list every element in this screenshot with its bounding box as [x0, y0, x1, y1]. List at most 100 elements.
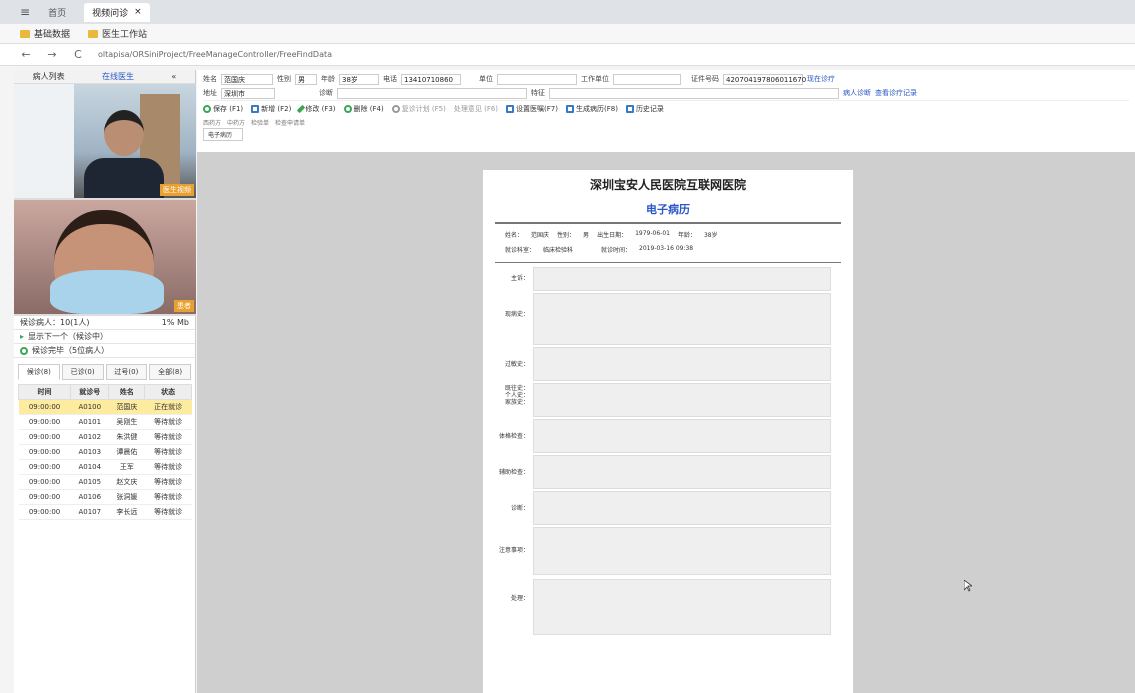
table-row[interactable]: 09:00:00 A0104 王军 等待就诊: [18, 459, 192, 475]
work-field[interactable]: [613, 73, 681, 85]
diagnose-link[interactable]: 病人诊断: [843, 88, 871, 98]
tab-emr[interactable]: 电子病历: [203, 128, 243, 141]
cell-name: 王军: [108, 459, 145, 475]
tab-skipped[interactable]: 过号(0): [105, 364, 148, 380]
bookmark-basic-data[interactable]: 基础数据: [20, 27, 70, 40]
feature-field[interactable]: [549, 87, 839, 99]
record-sections: 主诉： 现病史： 过敏史： 既往史： 个人史： 家族史： 体格检查： 辅助检查：…: [483, 267, 853, 637]
cell-name: 吴刚生: [108, 414, 145, 430]
collapse-icon[interactable]: «: [171, 72, 176, 81]
generate-record-button[interactable]: 生成病历(F8): [565, 104, 618, 114]
save-button[interactable]: 保存 (F1): [203, 104, 243, 114]
allergy-field[interactable]: [533, 347, 831, 381]
add-button[interactable]: 新增 (F2): [251, 104, 291, 114]
back-icon[interactable]: ←: [20, 48, 32, 61]
tab-all[interactable]: 全部(8): [149, 364, 191, 380]
present-illness-field[interactable]: [533, 293, 831, 345]
table-row[interactable]: 09:00:00 A0100 范国庆 正在就诊: [18, 399, 192, 415]
sex-field[interactable]: 男: [295, 73, 317, 85]
name-field[interactable]: 范国庆: [221, 73, 273, 85]
precautions-field[interactable]: [533, 527, 831, 575]
online-doctor-tab[interactable]: 在线医生: [102, 71, 134, 82]
section-present-illness: 现病史：: [491, 293, 831, 347]
past-history-field[interactable]: [533, 383, 831, 417]
tab-exam[interactable]: 检查申请单: [275, 118, 305, 127]
tab-done[interactable]: 已诊(0): [61, 364, 104, 380]
tab-western-rx[interactable]: 西药方: [203, 118, 221, 127]
menu-icon[interactable]: ≡: [20, 5, 30, 19]
finish-consult-button[interactable]: 候诊完毕（5位病人）: [14, 344, 195, 358]
info-label: 性别：: [557, 232, 576, 239]
mouse-cursor-icon: [964, 580, 972, 592]
id-field[interactable]: 420704197806011670: [723, 73, 806, 85]
age-field[interactable]: 38岁: [339, 73, 379, 85]
next-patient-button[interactable]: ▸ 显示下一个（候诊中）: [14, 330, 195, 344]
tab-waiting[interactable]: 候诊(8): [18, 364, 60, 380]
tab-lab[interactable]: 检验单: [251, 118, 269, 127]
waiting-count-label: 候诊病人：10(1人): [20, 318, 90, 327]
form-row: 姓名 范国庆 性别 男 年龄 38岁 电话 13410710860 单位 工作单…: [203, 72, 1129, 86]
id-label: 证件号码: [691, 75, 719, 83]
table-row[interactable]: 09:00:00 A0105 赵文庆 等待就诊: [18, 474, 192, 490]
company-field[interactable]: [497, 73, 577, 85]
diagnosis-record-field[interactable]: [533, 491, 831, 525]
phone-field[interactable]: 13410710860: [401, 73, 461, 85]
section-diagnosis: 诊断：: [491, 491, 831, 527]
action-toolbar: 保存 (F1) 新增 (F2) 修改 (F3) 删除 (F4) 复诊计划 (F5…: [203, 100, 1129, 116]
patient-list-tab[interactable]: 病人列表: [33, 71, 65, 82]
treatment-field[interactable]: [533, 579, 831, 635]
history-link[interactable]: 查看诊疗记录: [875, 88, 917, 98]
table-row[interactable]: 09:00:00 A0106 张洞媛 等待就诊: [18, 489, 192, 505]
forward-icon[interactable]: →: [46, 48, 58, 61]
cell-name: 赵文庆: [108, 474, 145, 490]
col-number: 就诊号: [70, 384, 110, 400]
patient-video: 患者: [14, 200, 196, 316]
tab-chinese-rx[interactable]: 中药方: [227, 118, 245, 127]
folder-icon: [20, 29, 30, 38]
queue-tabs: 候诊(8) 已诊(0) 过号(0) 全部(8): [14, 364, 195, 380]
tab-video-consult[interactable]: 视频问诊 ×: [84, 2, 150, 22]
delete-button[interactable]: 删除 (F4): [343, 104, 384, 114]
opinion-button[interactable]: 处理意见 (F6): [454, 104, 498, 114]
address-field[interactable]: 深圳市: [221, 87, 275, 99]
mask-shape: [50, 270, 164, 314]
reload-icon[interactable]: C: [72, 48, 84, 61]
history-icon: [625, 104, 634, 113]
auxiliary-exam-field[interactable]: [533, 455, 831, 489]
physical-exam-field[interactable]: [533, 419, 831, 453]
calendar-icon: [391, 104, 400, 113]
cell-time: 09:00:00: [18, 489, 71, 505]
table-row[interactable]: 09:00:00 A0103 谭晨佑 等待就诊: [18, 444, 192, 460]
left-header: 病人列表 在线医生 «: [14, 70, 195, 84]
tab-home[interactable]: 首页: [40, 3, 74, 22]
sex-label: 性别: [277, 75, 291, 83]
consult-link[interactable]: 现在诊疗: [807, 74, 835, 84]
order-button[interactable]: 设置医嘱(F7): [506, 104, 558, 114]
table-header: 时间 就诊号 姓名 状态: [17, 384, 192, 400]
feature-label: 特征: [531, 89, 545, 97]
table-row[interactable]: 09:00:00 A0102 朱洪健 等待就诊: [18, 429, 192, 445]
close-tab-icon[interactable]: ×: [134, 7, 142, 17]
diagnosis-field[interactable]: [337, 87, 527, 99]
bookmark-doctor-station[interactable]: 医生工作站: [88, 27, 147, 40]
cell-status: 正在就诊: [144, 399, 192, 415]
doctor-figure: [84, 110, 164, 198]
url-field[interactable]: oltapisa/ORSiniProject/FreeManageControl…: [98, 50, 332, 59]
info-label: 就诊时间：: [601, 247, 632, 254]
section-label: 诊断：: [510, 505, 529, 512]
button-label: 修改 (F3): [305, 104, 336, 113]
section-precautions: 注意事项：: [491, 527, 831, 579]
history-button[interactable]: 历史记录: [625, 104, 664, 114]
followup-button[interactable]: 复诊计划 (F5): [391, 104, 446, 114]
edit-button[interactable]: 修改 (F3): [297, 104, 336, 114]
table-row[interactable]: 09:00:00 A0101 吴刚生 等待就诊: [18, 414, 192, 430]
chief-complaint-field[interactable]: [533, 267, 831, 291]
work-label: 工作单位: [581, 75, 609, 83]
cell-name: 张洞媛: [108, 489, 145, 505]
refresh-icon: [343, 104, 352, 113]
main-area: 姓名 范国庆 性别 男 年龄 38岁 电话 13410710860 单位 工作单…: [197, 70, 1135, 693]
section-treatment: 处理：: [491, 579, 831, 637]
phone-label: 电话: [383, 75, 397, 83]
table-row[interactable]: 09:00:00 A0107 李长远 等待就诊: [18, 504, 192, 520]
browser-tabbar: ≡ 首页 视频问诊 ×: [0, 0, 1135, 24]
